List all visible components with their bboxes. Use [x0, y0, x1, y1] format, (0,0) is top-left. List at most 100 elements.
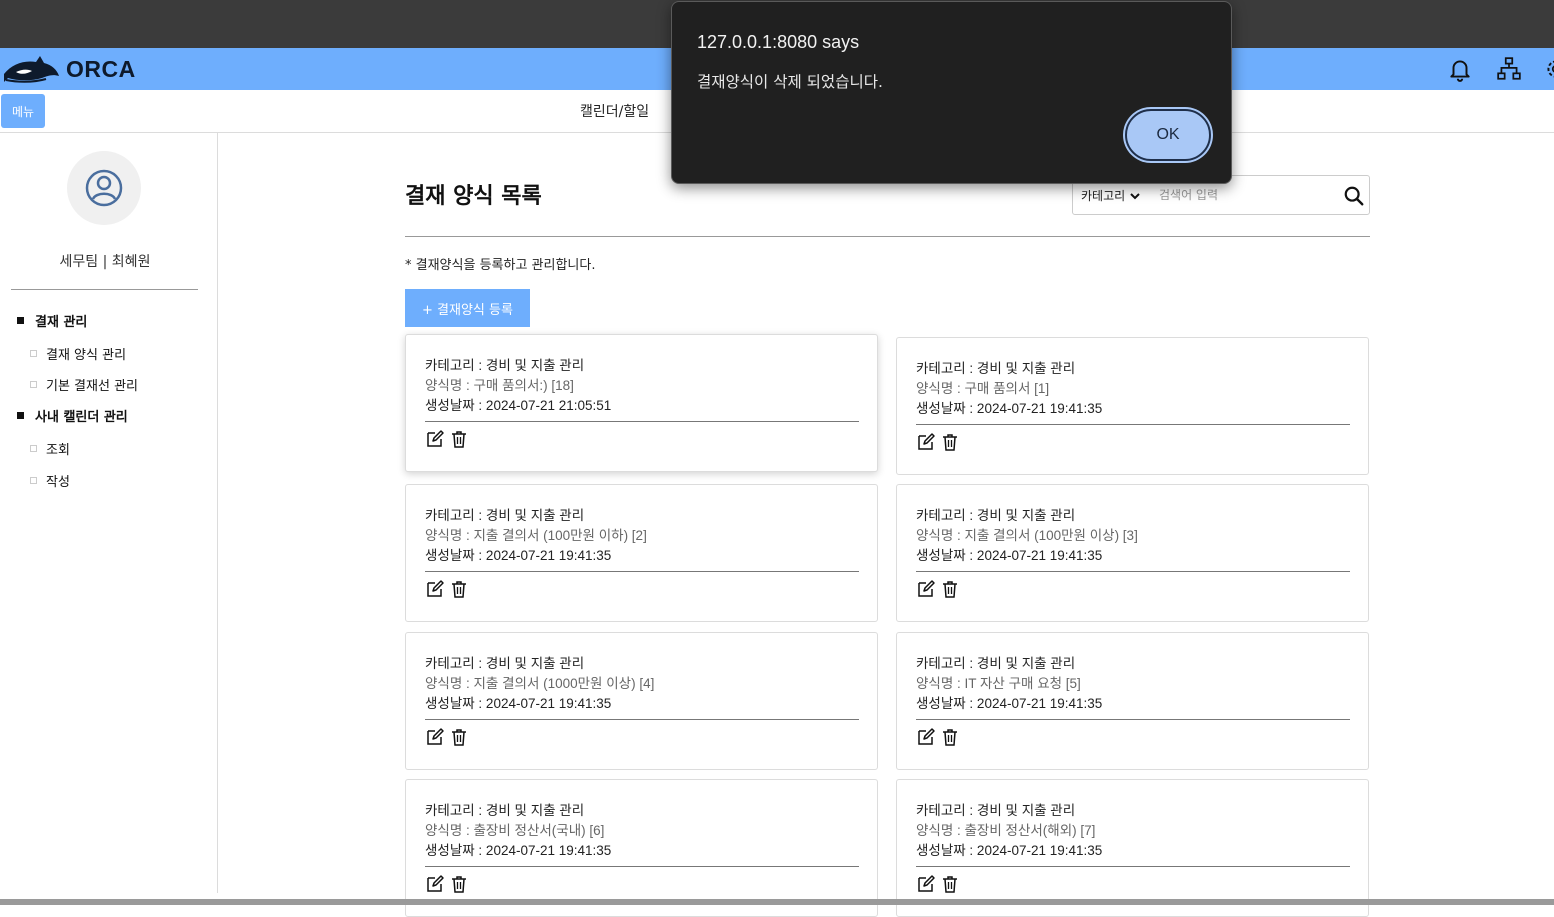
- card-form-name: 양식명 : 출장비 정산서(국내) [6]: [425, 823, 605, 838]
- card-created-date: 생성날짜 : 2024-07-21 19:41:35: [916, 401, 1103, 416]
- form-card[interactable]: 카테고리 : 경비 및 지출 관리양식명 : 지출 결의서 (1000만원 이상…: [405, 632, 878, 770]
- menu-button[interactable]: 메뉴: [1, 94, 45, 128]
- card-created-date: 생성날짜 : 2024-07-21 19:41:35: [425, 696, 612, 711]
- edit-icon[interactable]: [425, 727, 445, 747]
- card-form-name: 양식명 : 출장비 정산서(해외) [7]: [916, 823, 1096, 838]
- edit-icon[interactable]: [916, 432, 936, 452]
- card-category: 카테고리 : 경비 및 지출 관리: [916, 361, 1076, 376]
- form-card[interactable]: 카테고리 : 경비 및 지출 관리 양식명 : IT 자산 구매 요청 [5] 생성…: [896, 632, 1369, 770]
- app-logo[interactable]: ORCA: [2, 52, 136, 86]
- bullet-icon: [30, 350, 37, 357]
- alert-dialog: 127.0.0.1:8080 says 결재양식이 삭제 되었습니다. OK: [671, 1, 1232, 184]
- edit-icon[interactable]: [916, 579, 936, 599]
- card-form-name: 양식명 : 지출 결의서 (100만원 이상) [3]: [916, 528, 1138, 543]
- card-category: 카테고리 : 경비 및 지출 관리: [425, 656, 585, 671]
- gear-icon[interactable]: [1543, 56, 1554, 82]
- card-divider: [425, 866, 859, 867]
- sidebar-divider: [11, 289, 198, 290]
- trash-icon[interactable]: [940, 874, 960, 894]
- form-card[interactable]: 카테고리 : 경비 및 지출 관리양식명 : 구매 품의서 [1] 생성날짜 : …: [896, 337, 1369, 475]
- page-title: 결재 양식 목록: [405, 184, 542, 209]
- trash-icon[interactable]: [449, 429, 469, 449]
- trash-icon[interactable]: [449, 874, 469, 894]
- edit-icon[interactable]: [916, 874, 936, 894]
- sidebar-section-calendar[interactable]: 사내 캘린더 관리: [17, 406, 128, 425]
- edit-icon[interactable]: [916, 727, 936, 747]
- edit-icon[interactable]: [425, 429, 445, 449]
- card-divider: [916, 571, 1350, 572]
- card-actions: [425, 727, 469, 747]
- trash-icon[interactable]: [940, 579, 960, 599]
- sidebar-item-write[interactable]: 작성: [30, 471, 70, 490]
- bell-icon[interactable]: [1447, 56, 1473, 82]
- edit-icon[interactable]: [425, 874, 445, 894]
- search-input[interactable]: [1159, 182, 1331, 208]
- sidebar-item-view[interactable]: 조회: [30, 439, 70, 458]
- category-select-label: 카테고리: [1081, 189, 1126, 203]
- sidebar-item-label: 결재 양식 관리: [46, 348, 127, 363]
- trash-icon[interactable]: [449, 579, 469, 599]
- bullet-icon: [17, 317, 24, 324]
- form-card[interactable]: 카테고리 : 경비 및 지출 관리양식명 : 출장비 정산서(해외) [7] 생성…: [896, 779, 1369, 917]
- page-description: * 결재양식을 등록하고 관리합니다.: [405, 258, 596, 273]
- card-actions: [916, 874, 960, 894]
- card-category: 카테고리 : 경비 및 지출 관리: [425, 803, 585, 818]
- orca-logo-icon: [4, 56, 59, 83]
- add-form-button[interactable]: + 결재양식 등록: [405, 289, 530, 327]
- sidebar: 세무팀 | 최혜원 결재 관리 결재 양식 관리 기본 결재선 관리 사내 캘린…: [0, 133, 218, 893]
- user-profile-icon: [85, 169, 123, 207]
- sidebar-item-label: 조회: [46, 443, 70, 458]
- card-created-date: 생성날짜 : 2024-07-21 19:41:35: [916, 696, 1103, 711]
- bullet-icon: [30, 381, 37, 388]
- card-divider: [425, 719, 859, 720]
- card-divider: [916, 424, 1350, 425]
- card-created-date: 생성날짜 : 2024-07-21 19:41:35: [916, 548, 1103, 563]
- sidebar-section-approval[interactable]: 결재 관리: [17, 311, 87, 330]
- card-created-date: 생성날짜 : 2024-07-21 19:41:35: [425, 548, 612, 563]
- trash-icon[interactable]: [940, 727, 960, 747]
- card-form-name: 양식명 : IT 자산 구매 요청 [5]: [916, 676, 1081, 691]
- card-divider: [425, 421, 859, 422]
- calendar-todo-link[interactable]: 캘린더/할일: [580, 101, 649, 121]
- card-created-date: 생성날짜 : 2024-07-21 21:05:51: [425, 398, 612, 413]
- card-divider: [916, 719, 1350, 720]
- category-select[interactable]: 카테고리: [1081, 187, 1141, 204]
- dialog-message: 결재양식이 삭제 되었습니다.: [697, 73, 883, 91]
- card-form-name: 양식명 : 구매 품의서:) [18]: [425, 378, 574, 393]
- sidebar-item-default-approval-line[interactable]: 기본 결재선 관리: [30, 375, 138, 394]
- card-actions: [425, 579, 469, 599]
- form-card[interactable]: 카테고리 : 경비 및 지출 관리양식명 : 출장비 정산서(국내) [6] 생성…: [405, 779, 878, 917]
- trash-icon[interactable]: [940, 432, 960, 452]
- card-actions: [916, 579, 960, 599]
- card-actions: [425, 429, 469, 449]
- card-category: 카테고리 : 경비 및 지출 관리: [425, 358, 585, 373]
- search-icon[interactable]: [1343, 185, 1365, 207]
- form-card[interactable]: 카테고리 : 경비 및 지출 관리 양식명 : 지출 결의서 (100만원 이하)…: [405, 484, 878, 622]
- sidebar-item-label: 작성: [46, 475, 70, 490]
- sidebar-item-form-management[interactable]: 결재 양식 관리: [30, 344, 126, 363]
- card-category: 카테고리 : 경비 및 지출 관리: [916, 803, 1076, 818]
- ok-button[interactable]: OK: [1125, 109, 1211, 161]
- card-created-date: 생성날짜 : 2024-07-21 19:41:35: [916, 843, 1103, 858]
- avatar[interactable]: [67, 151, 141, 225]
- edit-icon[interactable]: [425, 579, 445, 599]
- card-actions: [916, 727, 960, 747]
- card-actions: [916, 432, 960, 452]
- app-name: ORCA: [66, 55, 136, 82]
- horizontal-scrollbar[interactable]: [0, 899, 1554, 905]
- card-form-name: 양식명 : 지출 결의서 (1000만원 이상) [4]: [425, 676, 655, 691]
- card-category: 카테고리 : 경비 및 지출 관리: [425, 508, 585, 523]
- card-form-name: 양식명 : 구매 품의서 [1]: [916, 381, 1050, 396]
- form-card[interactable]: 카테고리 : 경비 및 지출 관리양식명 : 지출 결의서 (100만원 이상)…: [896, 484, 1369, 622]
- user-name: 세무팀 | 최혜원: [59, 254, 151, 270]
- sidebar-section-label: 사내 캘린더 관리: [35, 410, 128, 425]
- bullet-icon: [17, 412, 24, 419]
- trash-icon[interactable]: [449, 727, 469, 747]
- form-card[interactable]: 카테고리 : 경비 및 지출 관리양식명 : 구매 품의서:) [18] 생성날짜…: [405, 334, 878, 472]
- card-created-date: 생성날짜 : 2024-07-21 19:41:35: [425, 843, 612, 858]
- card-divider: [425, 571, 859, 572]
- card-category: 카테고리 : 경비 및 지출 관리: [916, 508, 1076, 523]
- sidebar-item-label: 기본 결재선 관리: [46, 379, 138, 394]
- bullet-icon: [30, 445, 37, 452]
- org-chart-icon[interactable]: [1496, 56, 1522, 82]
